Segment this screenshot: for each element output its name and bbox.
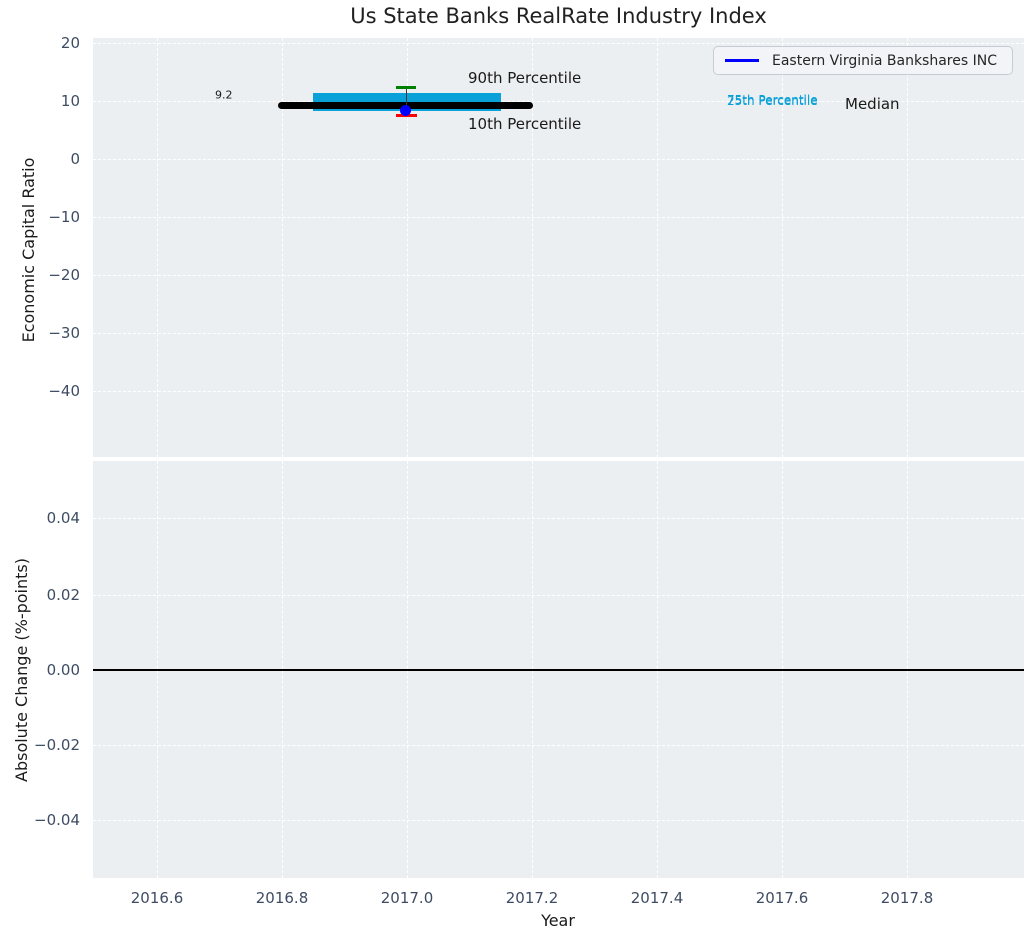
bottom-ylabel: Absolute Change (%-points): [12, 558, 31, 782]
ytick-top: −30: [48, 324, 80, 342]
ytick-top: 20: [60, 34, 80, 52]
gridline-horizontal: [93, 43, 1024, 44]
xtick: 2016.6: [130, 889, 184, 907]
xtick: 2017.8: [880, 889, 934, 907]
p90-cap: [396, 86, 416, 89]
gridline-horizontal: [93, 518, 1024, 519]
gridline-horizontal: [93, 595, 1024, 596]
gridline-horizontal: [93, 159, 1024, 160]
ytick-top: 10: [60, 92, 80, 110]
bottom-subplot-area: [93, 461, 1024, 878]
zero-reference-line: [93, 669, 1024, 671]
p25-annotation: 25th Percentile: [727, 94, 818, 108]
legend-label: Eastern Virginia Bankshares INC: [772, 52, 997, 69]
p10-annotation: 10th Percentile: [468, 115, 582, 133]
xlabel: Year: [541, 911, 575, 930]
xtick: 2016.8: [255, 889, 309, 907]
ytick-top: −40: [48, 382, 80, 400]
chart-title: Us State Banks RealRate Industry Index: [350, 4, 767, 28]
xtick: 2017.6: [755, 889, 809, 907]
ytick-top: −10: [48, 208, 80, 226]
gridline-horizontal: [93, 745, 1024, 746]
gridline-horizontal: [93, 275, 1024, 276]
top-subplot-area: 9.2 90th Percentile 10th Percentile 75th…: [93, 38, 1024, 457]
legend-line-sample: [725, 59, 759, 62]
gridline-horizontal: [93, 820, 1024, 821]
gridline-horizontal: [93, 333, 1024, 334]
median-value-annotation: 9.2: [215, 88, 233, 102]
ytick-top: 0: [70, 150, 80, 168]
chart-figure: Us State Banks RealRate Industry Index 9…: [0, 0, 1034, 942]
gridline-horizontal: [93, 391, 1024, 392]
p90-annotation: 90th Percentile: [468, 69, 582, 87]
legend-box: Eastern Virginia Bankshares INC: [713, 46, 1013, 75]
gridline-horizontal: [93, 217, 1024, 218]
xtick: 2017.4: [630, 889, 684, 907]
ytick-top: −20: [48, 266, 80, 284]
top-ylabel: Economic Capital Ratio: [19, 157, 38, 343]
xtick: 2017.2: [505, 889, 559, 907]
company-marker-dot: [400, 105, 411, 116]
xtick: 2017.0: [380, 889, 434, 907]
median-annotation: Median: [845, 95, 900, 113]
